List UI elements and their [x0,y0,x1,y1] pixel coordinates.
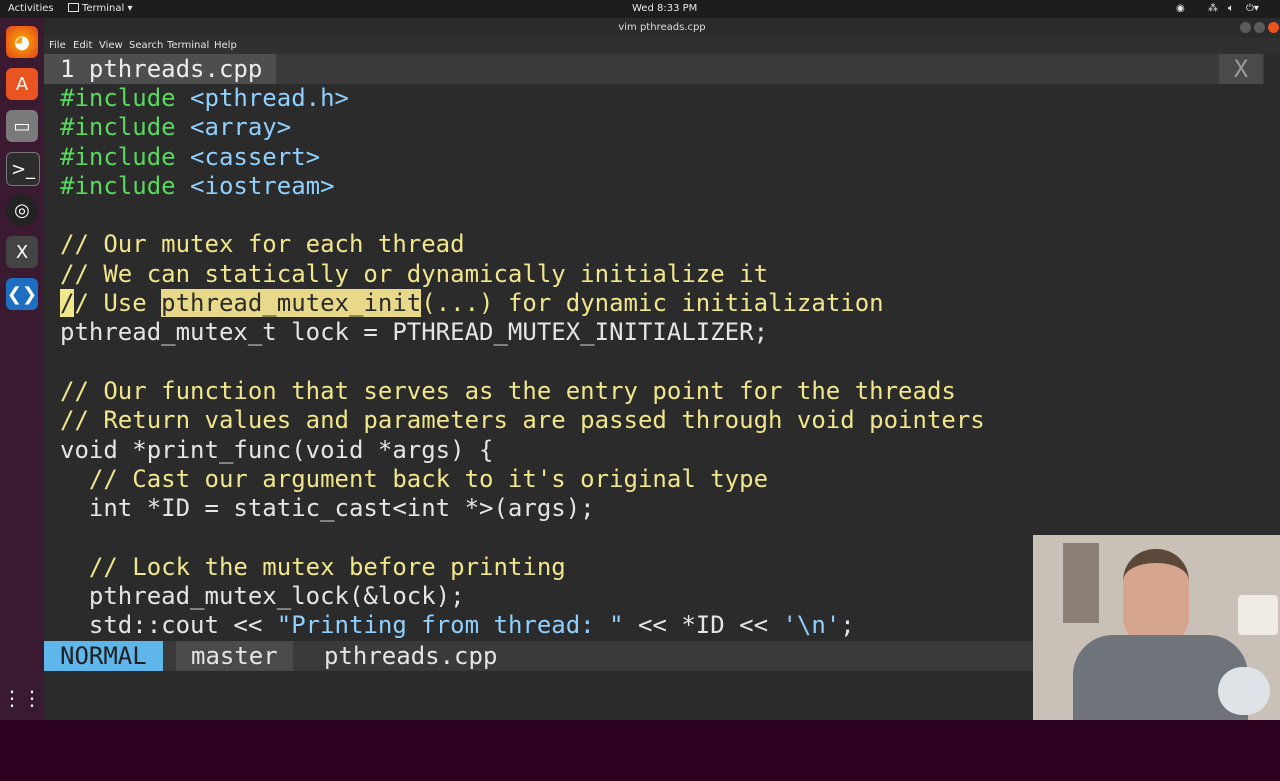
menu-edit[interactable]: Edit [73,40,92,51]
code-line[interactable]: int *ID = static_cast<int *>(args); [60,494,985,523]
code-line[interactable] [60,523,985,552]
terminal-app-menu[interactable]: Terminal ▾ [68,3,132,14]
volume-icon[interactable]: 🔈︎ [1228,3,1234,14]
app-grid-icon[interactable]: ⋮⋮ [2,682,42,714]
terminal-small-icon [68,3,79,12]
code-token: <cassert> [190,142,321,171]
code-line[interactable]: #include <iostream> [60,172,985,201]
code-token: // Return values and parameters are pass… [60,406,985,435]
tab-close-button[interactable]: X [1219,54,1263,84]
code-line[interactable]: std::cout << "Printing from thread: " <<… [60,611,985,640]
code-token: <array> [190,113,292,142]
menu-view[interactable]: View [99,40,123,51]
code-line[interactable]: pthread_mutex_t lock = PTHREAD_MUTEX_INI… [60,318,985,347]
git-branch: master [176,641,293,671]
obs-icon[interactable]: ◎ [6,194,38,226]
terminal-menubar: File Edit View Search Terminal Help [44,38,1280,54]
ubuntu-dock: ◕ A ▭ >_ ◎ X ❮❯ ⋮⋮ [0,18,44,720]
clock[interactable]: Wed 8:33 PM [632,3,697,14]
status-filename: pthreads.cpp [324,642,498,670]
menu-help[interactable]: Help [214,40,237,51]
terminal-icon[interactable]: >_ [6,152,40,186]
tab-number: 1 [60,55,75,83]
vscode-icon[interactable]: ❮❯ [6,278,38,310]
presenter-head [1123,549,1189,647]
code-line[interactable]: // Lock the mutex before printing [60,553,985,582]
code-editor[interactable]: #include <pthread.h> #include <array> #inc… [60,84,985,641]
code-line[interactable] [60,201,985,230]
menu-file[interactable]: File [49,40,66,51]
vim-tab[interactable]: 1 pthreads.cpp [44,54,277,84]
cursor: / [60,289,75,318]
power-icon[interactable]: ⏻▾ [1246,3,1259,14]
code-line[interactable]: // Return values and parameters are pass… [60,406,985,435]
code-line[interactable]: // Our mutex for each thread [60,230,985,259]
code-token: #include [60,113,191,142]
helmet-logo [1218,667,1270,715]
firefox-icon[interactable]: ◕ [6,26,38,58]
code-token: // Cast our argument back to it's origin… [60,464,769,493]
software-center-icon[interactable]: A [6,68,38,100]
code-token: #include [60,142,191,171]
menu-terminal[interactable]: Terminal [167,40,209,51]
code-token: <iostream> [190,171,335,200]
app-menu-label: Terminal ▾ [82,3,133,14]
code-line[interactable]: #include <array> [60,113,985,142]
code-token: // We can statically or dynamically init… [60,259,769,288]
code-token: <pthread.h> [190,84,349,112]
tab-name: pthreads.cpp [88,55,263,83]
code-line[interactable]: void *print_func(void *args) { [60,436,985,465]
files-icon[interactable]: ▭ [6,110,38,142]
code-token: #include [60,84,191,112]
code-token: "Printing from thread: " [276,611,624,640]
code-token: << *ID << [623,611,783,640]
code-token: ; [840,611,855,640]
obs-tray-icon[interactable]: ◉ [1176,3,1185,14]
vim-mode: NORMAL [44,641,163,671]
webcam-overlay [1033,535,1280,720]
code-line[interactable]: // We can statically or dynamically init… [60,260,985,289]
gnome-top-bar: Activities Terminal ▾ Wed 8:33 PM ◉ ⁂ 🔈︎… [0,0,1280,18]
wall-frames [1063,543,1099,623]
code-token: pthread_mutex_t lock = PTHREAD_MUTEX_INI… [60,318,769,347]
code-token: '\n' [782,611,841,640]
code-line[interactable]: #include <cassert> [60,143,985,172]
activities-button[interactable]: Activities [8,3,54,14]
search-highlight: pthread_mutex_init [161,289,422,318]
lamp [1238,595,1278,635]
close-window-button[interactable] [1268,22,1279,33]
code-token: / Use [74,289,162,318]
vim-tabline: 1 pthreads.cpp X [44,54,1264,84]
code-token: int *ID = static_cast<int *>(args); [60,494,595,523]
code-line[interactable]: #include <pthread.h> [60,84,985,113]
code-token: (...) for dynamic initialization [421,289,884,318]
code-line[interactable]: pthread_mutex_lock(&lock); [60,582,985,611]
code-line[interactable] [60,348,985,377]
code-line[interactable]: // Use pthread_mutex_init(...) for dynam… [60,289,985,318]
code-token: // Lock the mutex before printing [60,552,566,581]
code-token: void *print_func(void *args) { [60,435,494,464]
code-token: // Our mutex for each thread [60,230,465,259]
code-token: #include [60,171,191,200]
code-token: pthread_mutex_lock(&lock); [60,582,465,611]
window-title: vim pthreads.cpp [44,18,1280,38]
code-line[interactable]: // Our function that serves as the entry… [60,377,985,406]
code-token: // Our function that serves as the entry… [60,376,956,405]
maximize-button[interactable] [1254,22,1265,33]
network-icon[interactable]: ⁂ [1208,3,1218,14]
code-token: std::cout << [60,611,277,640]
code-line[interactable]: // Cast our argument back to it's origin… [60,465,985,494]
minimize-button[interactable] [1240,22,1251,33]
xcode-icon[interactable]: X [6,236,38,268]
menu-search[interactable]: Search [129,40,163,51]
